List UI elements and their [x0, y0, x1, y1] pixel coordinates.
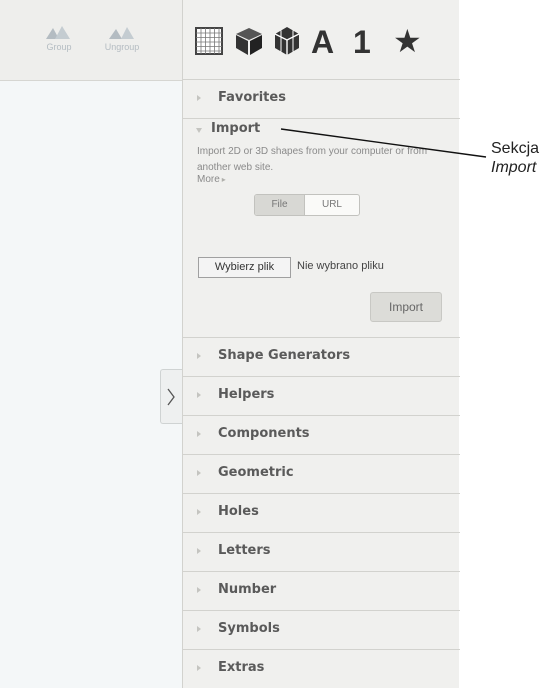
section-label: Extras	[218, 660, 265, 675]
shapes-panel: A 1 ★ Favorites Import Import 2D or 3D s…	[182, 0, 460, 688]
panel-category-header: A 1 ★	[183, 0, 460, 80]
callout-line-1: Sekcja	[491, 140, 540, 157]
gem-icon[interactable]	[271, 25, 303, 57]
chevron-right-icon	[167, 388, 175, 406]
triangle-right-icon	[197, 626, 201, 632]
number-icon[interactable]: 1	[353, 24, 371, 61]
workplane-area: Group Ungroup	[0, 0, 182, 688]
star-icon[interactable]: ★	[393, 22, 422, 60]
section-label: Shape Generators	[218, 348, 351, 363]
triangle-right-icon	[197, 548, 201, 554]
triangle-right-icon	[197, 392, 201, 398]
triangle-right-icon	[197, 95, 201, 101]
import-description: Import 2D or 3D shapes from your compute…	[197, 146, 428, 173]
ungroup-button[interactable]: Ungroup	[97, 24, 147, 52]
section-shape-generators[interactable]: Shape Generators	[183, 338, 460, 377]
callout-label: Sekcja Import	[491, 139, 539, 177]
section-geometric[interactable]: Geometric	[183, 455, 460, 494]
triangle-down-icon[interactable]	[196, 128, 202, 133]
arrow-right-icon: ▸	[221, 175, 226, 184]
callout-line-2: Import	[491, 159, 537, 176]
source-toggle: File URL	[254, 194, 360, 216]
section-favorites[interactable]: Favorites	[183, 80, 460, 119]
tab-url[interactable]: URL	[305, 195, 359, 215]
letter-icon[interactable]: A	[311, 24, 334, 61]
section-label: Symbols	[218, 621, 280, 636]
triangle-right-icon	[197, 509, 201, 515]
grid-icon[interactable]	[195, 27, 223, 55]
triangle-right-icon	[197, 431, 201, 437]
section-label: Letters	[218, 543, 271, 558]
section-import: Import Import 2D or 3D shapes from your …	[183, 118, 460, 338]
triangle-right-icon	[197, 353, 201, 359]
triangle-right-icon	[197, 665, 201, 671]
section-label: Helpers	[218, 387, 275, 402]
section-label: Favorites	[218, 90, 286, 105]
section-helpers[interactable]: Helpers	[183, 377, 460, 416]
import-button[interactable]: Import	[370, 292, 442, 322]
section-holes[interactable]: Holes	[183, 494, 460, 533]
section-label: Holes	[218, 504, 259, 519]
choose-file-button[interactable]: Wybierz plik	[198, 257, 291, 278]
section-number[interactable]: Number	[183, 572, 460, 611]
box-icon[interactable]	[233, 25, 265, 57]
triangle-right-icon	[197, 470, 201, 476]
section-symbols[interactable]: Symbols	[183, 611, 460, 650]
section-extras[interactable]: Extras	[183, 650, 460, 688]
workplane[interactable]	[0, 81, 182, 688]
group-icon	[46, 26, 70, 39]
section-label: Geometric	[218, 465, 294, 480]
ungroup-icon	[109, 27, 134, 39]
group-button[interactable]: Group	[34, 24, 84, 52]
section-label: Number	[218, 582, 277, 597]
triangle-right-icon	[197, 587, 201, 593]
more-link[interactable]: More ▸	[197, 174, 226, 185]
ungroup-label: Ungroup	[104, 42, 140, 52]
section-components[interactable]: Components	[183, 416, 460, 455]
tab-file[interactable]: File	[255, 195, 305, 215]
top-toolbar: Group Ungroup	[0, 0, 182, 81]
section-letters[interactable]: Letters	[183, 533, 460, 572]
panel-collapse-tab[interactable]	[160, 369, 182, 424]
group-label: Group	[46, 42, 72, 52]
file-status-text: Nie wybrano pliku	[297, 260, 384, 272]
more-label: More	[197, 174, 220, 185]
section-label: Components	[218, 426, 310, 441]
import-title[interactable]: Import	[211, 121, 260, 136]
